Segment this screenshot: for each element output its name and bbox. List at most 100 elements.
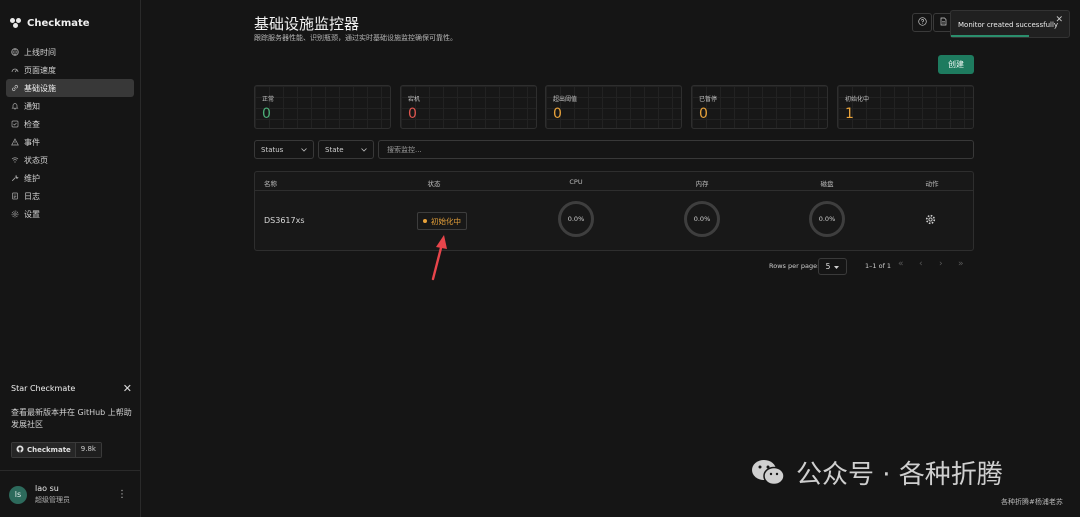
help-button[interactable] xyxy=(912,13,932,32)
help-icon xyxy=(917,17,927,28)
document-icon xyxy=(939,17,948,28)
stat-value: 1 xyxy=(845,106,854,122)
link-icon xyxy=(11,84,19,92)
monitor-name: DS3617xs xyxy=(264,216,305,225)
stat-card-down: 宕机 0 xyxy=(400,85,537,129)
wrench-icon xyxy=(11,174,19,182)
stat-card-up: 正常 0 xyxy=(254,85,391,129)
star-checkmate-box: Star Checkmate ✕ 查看最新版本并在 GitHub 上帮助发展社区… xyxy=(11,382,135,458)
first-page-icon[interactable]: « xyxy=(898,259,904,269)
caret-down-icon xyxy=(834,262,840,271)
create-button[interactable]: 创建 xyxy=(938,55,974,74)
github-star-count: 9.8k xyxy=(74,443,101,457)
close-icon[interactable]: ✕ xyxy=(123,382,132,395)
stat-card-initializing: 初始化中 1 xyxy=(837,85,974,129)
page-subtitle: 跟踪服务器性能、识别瓶颈，通过实时基础设施监控确保可靠性。 xyxy=(254,34,457,42)
stat-value: 0 xyxy=(553,106,562,122)
globe-icon xyxy=(11,48,19,56)
stat-label: 正常 xyxy=(262,96,275,103)
user-role: 超级管理员 xyxy=(35,496,70,504)
sidebar-item-label: 事件 xyxy=(24,137,40,147)
github-badge-label: Checkmate xyxy=(27,446,71,454)
github-badge-label-wrap: Checkmate xyxy=(12,443,75,457)
next-page-icon[interactable]: › xyxy=(939,259,943,269)
watermark-caption: 各种折腾#杨浦老苏 xyxy=(1001,498,1063,506)
column-header-disk[interactable]: 磁盘 xyxy=(821,178,834,188)
search-input[interactable] xyxy=(378,140,974,159)
sidebar-item-label: 日志 xyxy=(24,191,40,201)
gear-icon[interactable] xyxy=(925,214,936,228)
stat-label: 已暂停 xyxy=(699,96,718,103)
monitors-table: 名称 状态 CPU 内存 磁盘 动作 DS3617xs 初始化中 0.0% 0.… xyxy=(254,171,974,251)
last-page-icon[interactable]: » xyxy=(958,259,964,269)
cpu-gauge: 0.0% xyxy=(558,201,594,237)
sidebar-item-infrastructure[interactable]: 基础设施 xyxy=(6,79,134,97)
warning-icon xyxy=(11,138,19,146)
status-filter-label: Status xyxy=(261,145,284,154)
star-box-title: Star Checkmate xyxy=(11,384,76,393)
sidebar-item-label: 设置 xyxy=(24,209,40,219)
sidebar-divider xyxy=(0,470,141,471)
stat-value: 0 xyxy=(408,106,417,122)
star-box-description: 查看最新版本并在 GitHub 上帮助发展社区 xyxy=(11,408,132,429)
watermark: 公众号 · 各种折腾 xyxy=(750,454,1003,491)
column-header-status[interactable]: 状态 xyxy=(428,178,441,188)
sidebar-item-incidents[interactable]: 事件 xyxy=(6,133,134,151)
sidebar-item-uptime[interactable]: 上线时间 xyxy=(6,43,134,61)
rows-per-page-select[interactable]: 5 xyxy=(818,258,847,275)
column-header-actions: 动作 xyxy=(925,180,939,188)
status-dot xyxy=(423,219,427,223)
settings-icon xyxy=(11,210,19,218)
sidebar-nav: 上线时间 页面速度 基础设施 通知 检查 事件 状态页 维护 日志 设置 xyxy=(6,43,134,223)
sidebar-item-maintenance[interactable]: 维护 xyxy=(6,169,134,187)
checklist-icon xyxy=(11,120,19,128)
column-header-name[interactable]: 名称 xyxy=(264,178,277,188)
github-star-badge[interactable]: Checkmate 9.8k xyxy=(11,442,102,458)
stat-label: 宕机 xyxy=(408,96,421,103)
previous-page-icon[interactable]: ‹ xyxy=(919,259,923,269)
checkmate-logo-icon xyxy=(10,18,21,29)
brand[interactable]: Checkmate xyxy=(10,18,90,29)
state-filter[interactable]: State xyxy=(318,140,374,159)
sidebar-item-status-page[interactable]: 状态页 xyxy=(6,151,134,169)
wechat-logo-icon xyxy=(750,458,786,488)
column-header-memory[interactable]: 内存 xyxy=(696,178,709,188)
toast-notification: Monitor created successfully ✕ xyxy=(950,10,1070,38)
speedometer-icon xyxy=(11,66,19,74)
bell-icon xyxy=(11,102,19,110)
sidebar-item-settings[interactable]: 设置 xyxy=(6,205,134,223)
sidebar-item-label: 维护 xyxy=(24,173,40,183)
stat-label: 初始化中 xyxy=(845,96,870,103)
sidebar-item-notifications[interactable]: 通知 xyxy=(6,97,134,115)
pagination-range: 1–1 of 1 xyxy=(865,262,892,270)
annotation-arrow xyxy=(431,235,447,281)
stat-label: 超出阈值 xyxy=(553,96,578,103)
log-icon xyxy=(11,192,19,200)
signal-icon xyxy=(11,156,19,164)
sidebar: Checkmate 上线时间 页面速度 基础设施 通知 检查 事件 状态页 维护… xyxy=(0,0,141,517)
sidebar-item-label: 状态页 xyxy=(24,155,48,165)
state-filter-label: State xyxy=(325,145,344,154)
stat-value: 0 xyxy=(262,106,271,122)
app-name: Checkmate xyxy=(27,18,90,29)
sidebar-item-label: 页面速度 xyxy=(24,65,56,75)
column-header-cpu[interactable]: CPU xyxy=(569,178,582,186)
github-icon xyxy=(16,445,24,455)
stat-card-paused: 已暂停 0 xyxy=(691,85,828,129)
rows-per-page-label: Rows per page: xyxy=(769,262,820,270)
rows-per-page-value: 5 xyxy=(825,262,831,271)
user-profile[interactable]: ls lao su 超级管理员 xyxy=(9,484,70,505)
sidebar-item-logs[interactable]: 日志 xyxy=(6,187,134,205)
status-badge: 初始化中 xyxy=(417,212,467,230)
status-badge-label: 初始化中 xyxy=(431,216,461,226)
table-header: 名称 状态 CPU 内存 磁盘 动作 xyxy=(255,172,973,191)
sidebar-item-label: 基础设施 xyxy=(24,83,56,93)
stat-value: 0 xyxy=(699,106,708,122)
more-vertical-icon[interactable]: ⋮ xyxy=(117,489,127,500)
close-icon[interactable]: ✕ xyxy=(1055,15,1063,25)
sidebar-item-checks[interactable]: 检查 xyxy=(6,115,134,133)
status-filter[interactable]: Status xyxy=(254,140,314,159)
sidebar-item-pagespeed[interactable]: 页面速度 xyxy=(6,61,134,79)
user-name: lao su xyxy=(35,484,59,493)
memory-gauge: 0.0% xyxy=(684,201,720,237)
